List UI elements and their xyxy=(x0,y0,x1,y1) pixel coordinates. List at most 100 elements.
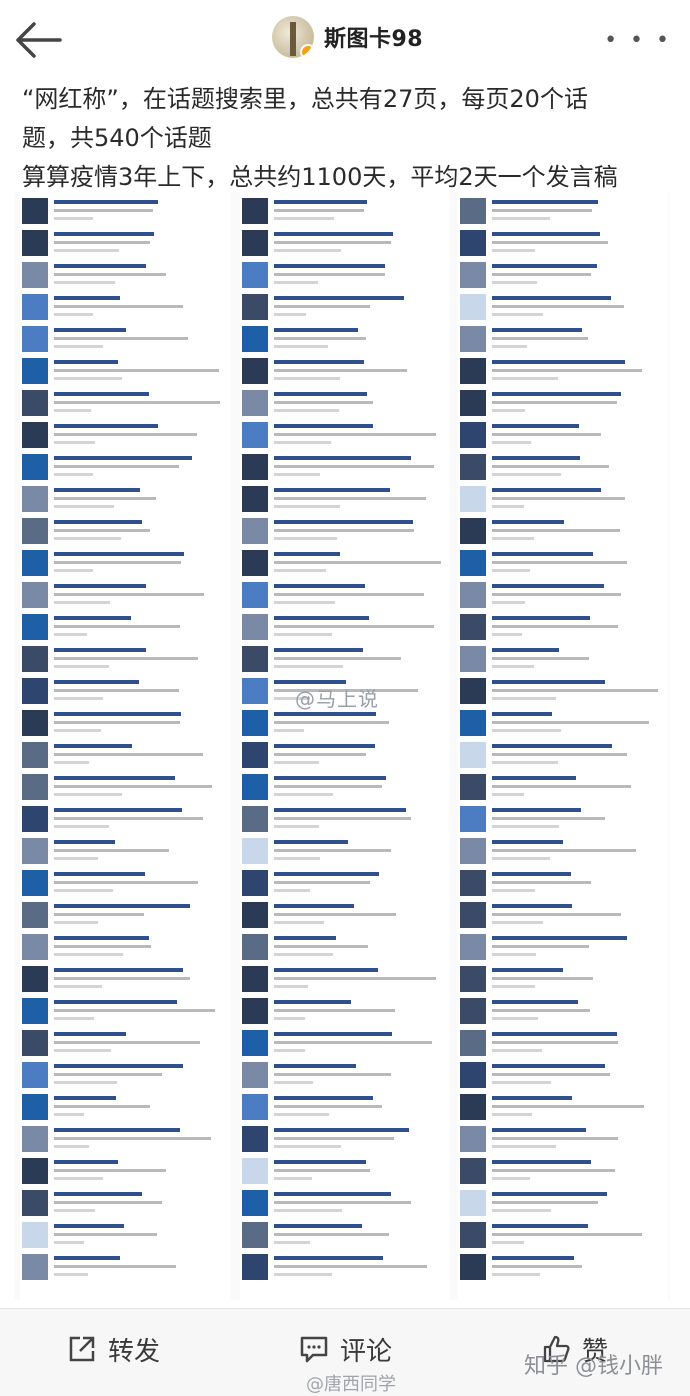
list-item xyxy=(20,676,230,708)
repost-icon xyxy=(69,1336,95,1362)
list-item xyxy=(458,772,668,804)
list-item xyxy=(240,1092,450,1124)
list-item xyxy=(240,292,450,324)
repost-button[interactable]: 转发 xyxy=(66,1329,160,1369)
collage-column-3 xyxy=(458,192,668,1300)
list-item xyxy=(240,964,450,996)
list-item xyxy=(20,1124,230,1156)
list-item xyxy=(240,580,450,612)
list-item xyxy=(240,228,450,260)
image-watermark: @马上说 xyxy=(295,687,379,711)
list-item xyxy=(240,740,450,772)
list-item xyxy=(458,580,668,612)
list-item xyxy=(458,548,668,580)
list-item xyxy=(20,260,230,292)
list-item xyxy=(240,1156,450,1188)
username[interactable]: 斯图卡98 xyxy=(324,21,423,53)
list-item xyxy=(20,228,230,260)
post-line-2: 题，共540个话题 xyxy=(22,124,212,152)
list-item xyxy=(458,1252,668,1284)
zhihu-watermark: 知乎 @钱小胖 xyxy=(524,1354,663,1379)
list-item xyxy=(240,1028,450,1060)
list-item xyxy=(458,644,668,676)
list-item xyxy=(20,292,230,324)
screenshot-collage-image[interactable] xyxy=(14,192,670,1300)
avatar[interactable] xyxy=(272,16,314,58)
list-item xyxy=(240,1220,450,1252)
list-item xyxy=(458,676,668,708)
list-item xyxy=(20,804,230,836)
list-item xyxy=(458,260,668,292)
list-item xyxy=(240,516,450,548)
list-item xyxy=(240,548,450,580)
list-item xyxy=(20,388,230,420)
list-item xyxy=(240,196,450,228)
list-item xyxy=(240,708,450,740)
post-line-1: “网红称”，在话题搜索里，总共有27页，每页20个话 xyxy=(22,85,588,113)
list-item xyxy=(20,964,230,996)
list-item xyxy=(458,516,668,548)
list-item xyxy=(458,1220,668,1252)
list-item xyxy=(240,996,450,1028)
list-item xyxy=(20,708,230,740)
list-item xyxy=(20,1060,230,1092)
list-item xyxy=(240,452,450,484)
list-item xyxy=(20,1156,230,1188)
list-item xyxy=(240,324,450,356)
list-item xyxy=(20,644,230,676)
list-item xyxy=(240,420,450,452)
comment-button[interactable]: 评论 xyxy=(298,1329,392,1369)
list-item xyxy=(240,804,450,836)
list-item xyxy=(240,1124,450,1156)
list-item xyxy=(20,868,230,900)
list-item xyxy=(20,932,230,964)
list-item xyxy=(240,1252,450,1284)
list-item xyxy=(240,932,450,964)
list-item xyxy=(458,804,668,836)
list-item xyxy=(20,740,230,772)
list-item xyxy=(458,868,668,900)
list-item xyxy=(20,612,230,644)
list-item xyxy=(458,228,668,260)
list-item xyxy=(458,932,668,964)
list-item xyxy=(20,1188,230,1220)
list-item xyxy=(20,1220,230,1252)
top-bar: 斯图卡98 • • • xyxy=(0,0,690,78)
user-info[interactable]: 斯图卡98 xyxy=(272,16,423,58)
list-item xyxy=(458,740,668,772)
list-item xyxy=(458,292,668,324)
list-item xyxy=(20,580,230,612)
list-item xyxy=(458,1188,668,1220)
list-item xyxy=(458,900,668,932)
list-item xyxy=(240,900,450,932)
list-item xyxy=(458,388,668,420)
back-button[interactable] xyxy=(12,18,64,62)
list-item xyxy=(240,1188,450,1220)
list-item xyxy=(20,452,230,484)
list-item xyxy=(240,260,450,292)
list-item xyxy=(240,836,450,868)
list-item xyxy=(458,324,668,356)
list-item xyxy=(458,612,668,644)
list-item xyxy=(458,1028,668,1060)
list-item xyxy=(240,868,450,900)
comment-label: 评论 xyxy=(340,1336,393,1367)
list-item xyxy=(458,1092,668,1124)
list-item xyxy=(20,1028,230,1060)
list-item xyxy=(458,196,668,228)
list-item xyxy=(20,356,230,388)
more-dots-icon[interactable]: • • • xyxy=(604,28,672,53)
list-item xyxy=(458,836,668,868)
list-item xyxy=(20,772,230,804)
list-item xyxy=(20,484,230,516)
list-item xyxy=(458,356,668,388)
list-item xyxy=(20,836,230,868)
list-item xyxy=(240,388,450,420)
post-text: “网红称”，在话题搜索里，总共有27页，每页20个话 题，共540个话题 算算疫… xyxy=(22,80,672,197)
list-item xyxy=(20,900,230,932)
bottom-watermark: @唐西同学 xyxy=(306,1374,396,1395)
list-item xyxy=(240,1060,450,1092)
back-arrow-icon xyxy=(16,22,62,58)
list-item xyxy=(458,996,668,1028)
list-item xyxy=(240,484,450,516)
